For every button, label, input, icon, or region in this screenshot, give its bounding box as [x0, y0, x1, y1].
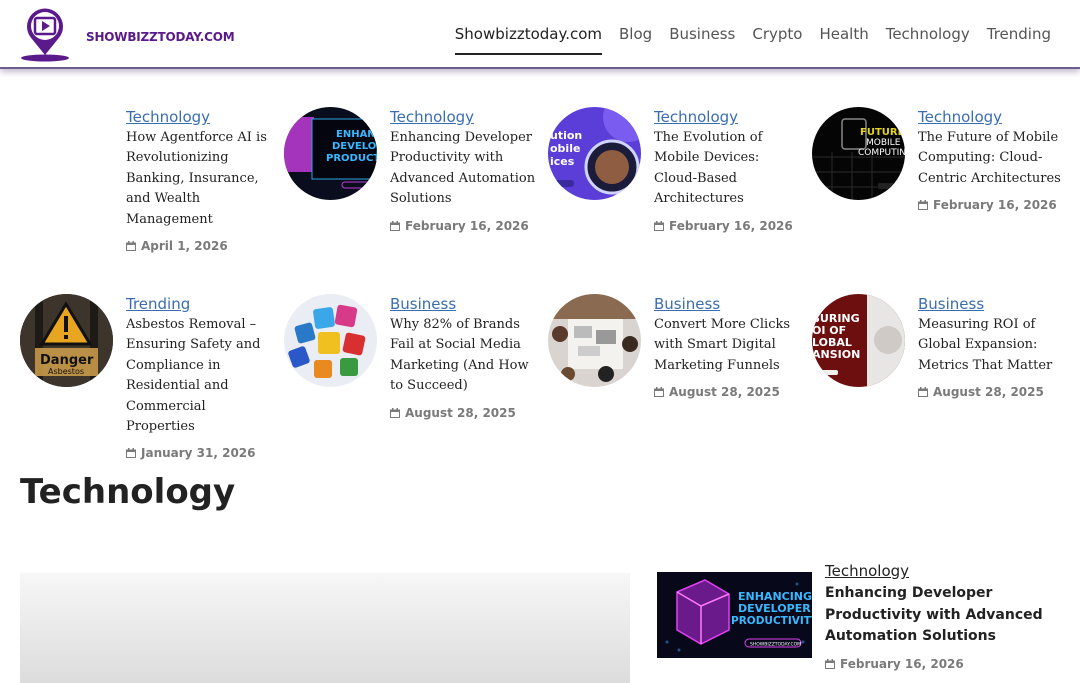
post-date: August 28, 2025: [390, 406, 540, 420]
post-date-text: April 1, 2026: [141, 239, 228, 254]
calendar-icon: [654, 387, 664, 398]
thumbnail-image: [548, 294, 641, 387]
post-category-link[interactable]: Trending: [126, 294, 276, 314]
svg-text:MOBILE: MOBILE: [866, 138, 901, 148]
post-category-link[interactable]: Business: [390, 294, 540, 314]
calendar-icon: [654, 220, 664, 231]
post-title-link[interactable]: Asbestos Removal – Ensuring Safety and C…: [126, 315, 276, 437]
svg-text:DEVELOPER: DEVELOPER: [738, 602, 811, 615]
calendar-icon: [918, 200, 928, 211]
section-title: Technology: [20, 472, 236, 512]
feature-date-text: February 16, 2026: [840, 656, 964, 671]
nav-item-trending[interactable]: Trending: [987, 25, 1051, 55]
featured-post-image[interactable]: [20, 573, 630, 683]
site-logo[interactable]: SHOWBIZZTODAY.COM: [20, 5, 235, 63]
feature-date: February 16, 2026: [825, 657, 1065, 671]
post-title-link[interactable]: The Future of Mobile Computing: Cloud-Ce…: [918, 128, 1068, 189]
logo-text: SHOWBIZZTODAY.COM: [86, 30, 235, 44]
svg-text:PRODUCT: PRODUCT: [326, 153, 377, 164]
post-thumbnail[interactable]: [284, 294, 377, 387]
calendar-icon: [126, 241, 136, 252]
nav-item-business[interactable]: Business: [669, 25, 735, 55]
thumbnail-image: Danger Asbestos: [20, 294, 113, 387]
post-title-link[interactable]: The Evolution of Mobile Devices: Cloud-B…: [654, 128, 804, 210]
svg-text:obile: obile: [550, 142, 580, 155]
post-thumbnail[interactable]: ution obile ices: [548, 107, 641, 200]
thumbnail-image: ENHANC DEVELO PRODUCT: [284, 107, 377, 200]
post-title-link[interactable]: Why 82% of Brands Fail at Social Media M…: [390, 315, 540, 397]
nav-item-health[interactable]: Health: [819, 25, 868, 55]
nav-item-home[interactable]: Showbizztoday.com: [454, 25, 603, 55]
post-thumbnail[interactable]: ENHANC DEVELO PRODUCT: [284, 107, 377, 200]
feature-category-link[interactable]: Technology: [825, 561, 1065, 581]
thumbnail-image: ution obile ices: [548, 107, 641, 200]
calendar-icon: [126, 448, 136, 459]
svg-text:COMPUTIN: COMPUTIN: [858, 148, 905, 158]
post-date: August 28, 2025: [654, 385, 804, 399]
post-category-link[interactable]: Technology: [126, 107, 276, 127]
post-thumbnail[interactable]: [548, 294, 641, 387]
post-date-text: February 16, 2026: [669, 218, 793, 233]
post-title-link[interactable]: How Agentforce AI is Revolutionizing Ban…: [126, 128, 276, 230]
post-date: February 16, 2026: [390, 219, 540, 233]
post-category-link[interactable]: Technology: [390, 107, 540, 127]
post-date: February 16, 2026: [654, 219, 804, 233]
svg-text:FUTURE: FUTURE: [860, 127, 905, 138]
thumbnail-image: [284, 294, 377, 387]
thumbnail-image: ENHANCING DEVELOPER PRODUCTIVITY SHOWBIZ…: [657, 572, 819, 658]
post-date: August 28, 2025: [918, 385, 1068, 399]
calendar-icon: [390, 407, 400, 418]
post-category-link[interactable]: Technology: [654, 107, 804, 127]
post-thumbnail[interactable]: FUTURE MOBILE COMPUTIN: [812, 107, 905, 200]
play-pin-logo-icon: [21, 8, 69, 62]
post-date: April 1, 2026: [126, 239, 276, 253]
svg-text:ENHANC: ENHANC: [336, 129, 377, 140]
thumb-site-text: SHOWBIZZTODAY.COM: [750, 642, 801, 648]
post-category-link[interactable]: Technology: [918, 107, 1068, 127]
thumbnail-image: FUTURE MOBILE COMPUTIN: [812, 107, 905, 200]
svg-text:ices: ices: [550, 155, 575, 168]
nav-item-crypto[interactable]: Crypto: [752, 25, 802, 55]
post-thumbnail[interactable]: SURING OI OF LOBAL ANSION: [812, 294, 905, 387]
feature-thumbnail[interactable]: ENHANCING DEVELOPER PRODUCTIVITY SHOWBIZ…: [657, 572, 819, 658]
svg-text:ANSION: ANSION: [812, 348, 860, 361]
svg-text:PRODUCTIVITY: PRODUCTIVITY: [731, 615, 812, 627]
svg-text:ution: ution: [550, 129, 582, 142]
post-date: January 31, 2026: [126, 446, 276, 460]
svg-text:DEVELO: DEVELO: [332, 141, 376, 152]
nav-item-blog[interactable]: Blog: [619, 25, 652, 55]
post-date: February 16, 2026: [918, 198, 1068, 212]
post-date-text: February 16, 2026: [933, 198, 1057, 213]
post-title-link[interactable]: Convert More Clicks with Smart Digital M…: [654, 315, 804, 376]
post-date-text: August 28, 2025: [405, 405, 516, 420]
post-thumbnail[interactable]: Danger Asbestos: [20, 294, 113, 387]
post-date-text: August 28, 2025: [669, 385, 780, 400]
feature-title-link[interactable]: Enhancing Developer Productivity with Ad…: [825, 583, 1065, 648]
post-category-link[interactable]: Business: [654, 294, 804, 314]
asbestos-sign-text: Asbestos: [48, 367, 84, 376]
calendar-icon: [825, 658, 835, 669]
calendar-icon: [918, 387, 928, 398]
danger-sign-text: Danger: [40, 353, 94, 368]
main-nav: Showbizztoday.com Blog Business Crypto H…: [454, 25, 1051, 55]
feature-post: Technology Enhancing Developer Productiv…: [825, 561, 1065, 671]
post-date-text: February 16, 2026: [405, 218, 529, 233]
site-header: SHOWBIZZTODAY.COM Showbizztoday.com Blog…: [0, 0, 1080, 69]
thumbnail-image: SURING OI OF LOBAL ANSION: [812, 294, 905, 387]
post-date-text: January 31, 2026: [141, 446, 256, 461]
post-category-link[interactable]: Business: [918, 294, 1068, 314]
post-date-text: August 28, 2025: [933, 385, 1044, 400]
post-title-link[interactable]: Measuring ROI of Global Expansion: Metri…: [918, 315, 1068, 376]
calendar-icon: [390, 220, 400, 231]
nav-item-technology[interactable]: Technology: [886, 25, 970, 55]
post-title-link[interactable]: Enhancing Developer Productivity with Ad…: [390, 128, 540, 210]
